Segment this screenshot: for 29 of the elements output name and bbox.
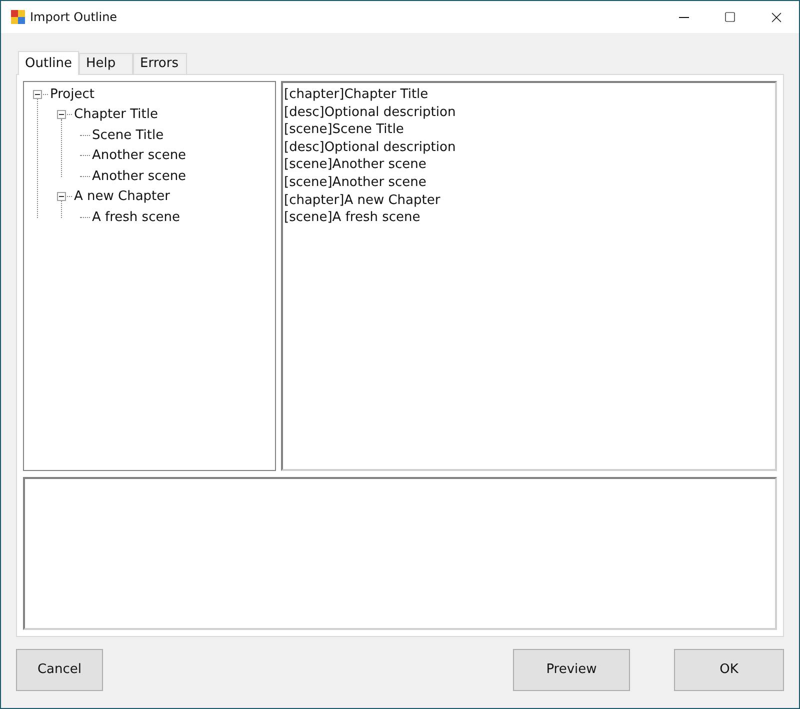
tab[interactable]: Errors (133, 53, 188, 74)
tree-item[interactable]: Another scene (90, 166, 188, 186)
text-line: [scene]A fresh scene (284, 209, 420, 227)
tree-item[interactable]: Another scene (90, 146, 188, 166)
tree-item[interactable]: Chapter Title (72, 105, 160, 124)
text-line: [scene]Another scene (284, 156, 426, 174)
preview-button[interactable]: Preview (513, 649, 630, 691)
text-line: [chapter]A new Chapter (284, 192, 440, 210)
app-icon (10, 9, 26, 25)
text-line: [desc]Optional description (284, 104, 456, 122)
tree-item[interactable]: Project (48, 84, 96, 104)
text-line: [chapter]Chapter Title (284, 86, 428, 104)
collapse-icon[interactable] (57, 110, 66, 120)
tree-item[interactable]: A fresh scene (90, 208, 182, 227)
collapse-icon[interactable] (33, 90, 42, 99)
tab[interactable]: Help (79, 53, 134, 74)
text-line: [desc]Optional description (284, 138, 456, 156)
collapse-icon[interactable] (57, 192, 66, 202)
tree-item[interactable]: A new Chapter (72, 187, 172, 206)
window-title: Import Outline (30, 9, 118, 26)
outline-text-area[interactable]: [chapter]Chapter Title [desc]Optional description [scene]Scene Title [desc]Optional description [scene]Another scene [scene]Another scene [chapter]A new Chapter [scene]A fresh scene (281, 81, 777, 471)
tab[interactable]: Outline (18, 51, 80, 75)
minimize-icon (679, 16, 689, 18)
text-line: [scene]Another scene (284, 174, 426, 192)
text-line: [scene]Scene Title (284, 121, 404, 139)
maximize-icon (724, 11, 736, 23)
cancel-button[interactable]: Cancel (16, 649, 103, 691)
tree-item[interactable]: Scene Title (90, 126, 166, 145)
ok-button[interactable]: OK (674, 649, 784, 691)
